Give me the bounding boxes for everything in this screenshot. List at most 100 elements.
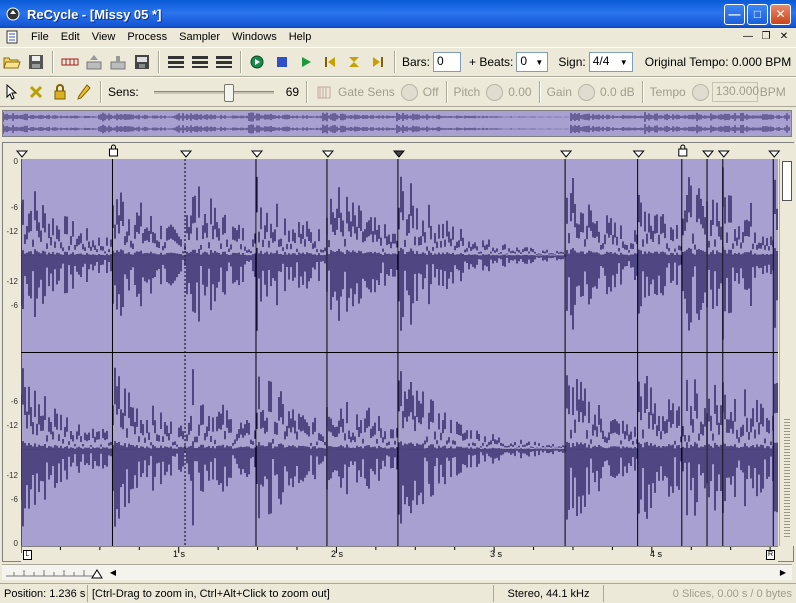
horizontal-scrollbar-track[interactable] xyxy=(122,566,774,579)
mdi-restore-button[interactable]: ❐ xyxy=(758,29,774,43)
sens-label: Sens: xyxy=(108,85,139,99)
open-folder-button[interactable] xyxy=(1,51,23,73)
mdi-close-button[interactable]: ✕ xyxy=(776,29,792,43)
beats-label: + Beats: xyxy=(469,55,514,69)
gate-sens-label: Gate Sens xyxy=(338,85,395,99)
stereo-waveform xyxy=(21,159,778,546)
db-scale: 0 -6 -12 -12 -6 -6 -12 -12 -6 0 xyxy=(3,157,19,548)
save-disk-icon xyxy=(29,55,43,69)
tempo-unit: BPM xyxy=(759,85,786,99)
waveform-overview[interactable] xyxy=(2,110,792,137)
slice-marker[interactable] xyxy=(632,150,645,158)
slice-marker-ruler[interactable] xyxy=(3,143,795,159)
gate-sens-knob xyxy=(400,83,418,101)
play-button[interactable] xyxy=(295,51,317,73)
beats-select[interactable]: 0 ▼ xyxy=(516,52,549,72)
save-button[interactable] xyxy=(25,51,47,73)
db-tick: 0 xyxy=(13,157,18,166)
menu-edit[interactable]: Edit xyxy=(55,31,86,43)
db-tick: -12 xyxy=(6,471,18,480)
tempo-input: 130.000 xyxy=(711,82,759,102)
menu-help[interactable]: Help xyxy=(283,31,318,43)
menu-windows[interactable]: Windows xyxy=(226,31,283,43)
maximize-button[interactable]: □ xyxy=(747,3,768,25)
close-button[interactable]: ✕ xyxy=(770,3,791,25)
slice-marker[interactable] xyxy=(250,150,264,158)
export-sample-button[interactable] xyxy=(83,51,105,73)
status-bar: Position: 1.236 s [Ctrl-Drag to zoom in,… xyxy=(0,583,796,603)
locked-slice-marker[interactable] xyxy=(108,144,118,157)
document-icon[interactable] xyxy=(5,30,19,44)
delete-tool-button[interactable] xyxy=(25,81,47,103)
view-mode-1-button[interactable] xyxy=(165,51,187,73)
scroll-right-button[interactable]: ▶ xyxy=(776,566,790,579)
gain-knob xyxy=(577,83,595,101)
slice-marker[interactable] xyxy=(768,150,781,158)
audio-format: Stereo, 44.1 kHz xyxy=(494,585,604,602)
channel-right-waveform xyxy=(21,367,778,527)
pointer-tool-button[interactable] xyxy=(1,81,23,103)
next-slice-icon xyxy=(373,57,383,67)
scroll-left-button[interactable]: ◀ xyxy=(106,566,120,579)
main-toolbar: Bars: 0 + Beats: 0 ▼ Sign: 4/4 ▼ Origina… xyxy=(0,47,796,77)
locked-slice-marker[interactable] xyxy=(678,144,688,157)
level-meter xyxy=(784,419,790,539)
loop-button[interactable] xyxy=(343,51,365,73)
next-slice-button[interactable] xyxy=(367,51,389,73)
channel-left-waveform xyxy=(21,167,778,340)
horizontal-zoom-bar[interactable]: ◀ ▶ xyxy=(2,564,792,580)
zoom-ruler-icon xyxy=(6,569,103,579)
sensitivity-slider-thumb[interactable] xyxy=(223,84,234,102)
pitch-value: 0.00 xyxy=(508,85,532,99)
slice-marker[interactable] xyxy=(179,150,193,158)
minimize-button[interactable]: — xyxy=(724,3,745,25)
menu-file[interactable]: File xyxy=(25,31,55,43)
bars-label: Bars: xyxy=(402,55,431,69)
slice-marker[interactable] xyxy=(321,150,335,158)
bars-input[interactable]: 0 xyxy=(433,52,462,72)
db-tick: 0 xyxy=(13,539,18,548)
mdi-minimize-button[interactable]: — xyxy=(740,29,756,43)
chevron-down-icon: ▼ xyxy=(535,57,544,67)
time-signature-select[interactable]: 4/4 ▼ xyxy=(588,52,633,72)
menu-sampler[interactable]: Sampler xyxy=(173,31,226,43)
db-tick: -6 xyxy=(10,397,18,406)
show-slices-button[interactable] xyxy=(59,51,81,73)
sensitivity-slider[interactable] xyxy=(153,82,274,102)
toolbar-separator xyxy=(158,51,160,73)
overview-waveform xyxy=(2,112,790,134)
waveform-display[interactable] xyxy=(21,159,778,546)
gain-value: 0.0 dB xyxy=(599,85,635,99)
slice-marker[interactable] xyxy=(15,150,29,158)
slices-info: 0 Slices, 0.00 s / 0 bytes xyxy=(672,587,792,600)
toolbar-separator xyxy=(100,81,102,103)
previous-slice-icon xyxy=(325,57,335,67)
loop-icon xyxy=(349,57,359,67)
time-tick-marks xyxy=(21,547,771,553)
preview-toggle-button[interactable] xyxy=(247,51,269,73)
slice-marker[interactable] xyxy=(701,150,715,158)
edit-toolbar: Sens: 69 Gate Sens Off Pitch 0.00 Gain 0… xyxy=(0,77,796,107)
pencil-icon xyxy=(77,84,91,100)
previous-slice-button[interactable] xyxy=(319,51,341,73)
menu-view[interactable]: View xyxy=(86,31,122,43)
lock-icon xyxy=(54,84,66,100)
sampler-disk-button[interactable] xyxy=(131,51,153,73)
toolbar-separator xyxy=(306,81,309,103)
view-mode-3-button[interactable] xyxy=(213,51,235,73)
send-sample-button[interactable] xyxy=(107,51,129,73)
slice-marker[interactable] xyxy=(392,150,405,158)
beats-value: 0 xyxy=(520,54,528,68)
pencil-tool-button[interactable] xyxy=(73,81,95,103)
time-signature-value: 4/4 xyxy=(592,54,610,68)
toolbar-separator xyxy=(394,51,396,73)
lock-tool-button[interactable] xyxy=(49,81,71,103)
menu-process[interactable]: Process xyxy=(121,31,173,43)
zoom-handle[interactable] xyxy=(782,161,792,201)
position-readout: Position: 1.236 s xyxy=(0,585,88,602)
slice-marker[interactable] xyxy=(560,150,573,158)
vertical-zoom-bar[interactable] xyxy=(779,159,794,546)
slice-marker[interactable] xyxy=(717,150,730,158)
view-mode-2-button[interactable] xyxy=(189,51,211,73)
stop-button[interactable] xyxy=(271,51,293,73)
